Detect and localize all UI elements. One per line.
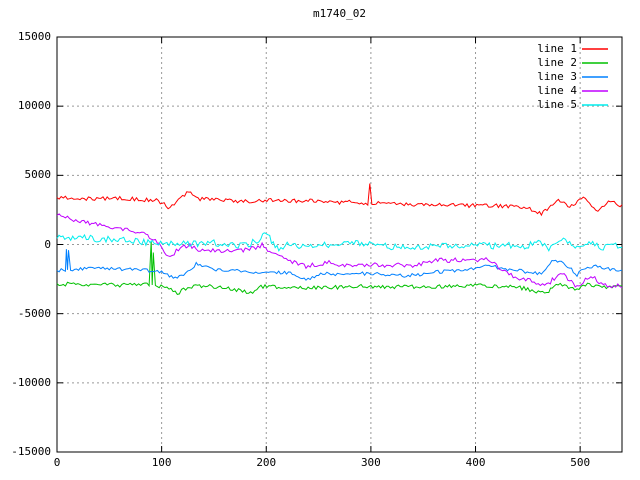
legend-label: line 4 bbox=[537, 84, 577, 97]
legend-key-line bbox=[582, 48, 608, 50]
x-tick-label: 400 bbox=[465, 456, 486, 469]
legend-label: line 5 bbox=[537, 98, 577, 111]
legend-key-line bbox=[582, 90, 608, 92]
y-tick-label: 10000 bbox=[17, 99, 51, 113]
legend-item: line 4 bbox=[537, 84, 608, 98]
x-tick-label: 500 bbox=[570, 456, 591, 469]
legend-label: line 3 bbox=[537, 70, 577, 83]
y-tick-label: -5000 bbox=[17, 306, 51, 320]
legend-item: line 1 bbox=[537, 42, 608, 56]
series-line-4 bbox=[56, 213, 623, 289]
legend-key-line bbox=[582, 104, 608, 106]
legend-label: line 2 bbox=[537, 56, 577, 69]
legend-key-line bbox=[582, 76, 608, 78]
x-tick-label: 100 bbox=[151, 456, 172, 469]
x-tick-label: 0 bbox=[53, 456, 61, 469]
chart-window: m1740_02 line 1 line 2 line 3 line 4 line 5 … bbox=[0, 0, 640, 480]
legend-label: line 1 bbox=[537, 42, 577, 55]
series-line-2 bbox=[56, 240, 623, 295]
y-tick-label: 15000 bbox=[17, 30, 51, 43]
legend-item: line 3 bbox=[537, 70, 608, 84]
legend-key-line bbox=[582, 62, 608, 64]
series-line-5 bbox=[56, 232, 623, 252]
series-line-1 bbox=[56, 183, 623, 217]
x-tick-label: 200 bbox=[256, 456, 277, 469]
y-tick-label: 0 bbox=[44, 237, 51, 251]
x-tick-label: 300 bbox=[360, 456, 381, 469]
y-tick-label: -10000 bbox=[11, 375, 51, 389]
y-tick-label: 5000 bbox=[24, 168, 52, 182]
series-line-3 bbox=[56, 249, 623, 281]
legend-item: line 2 bbox=[537, 56, 608, 70]
legend-item: line 5 bbox=[537, 98, 608, 112]
legend: line 1 line 2 line 3 line 4 line 5 bbox=[537, 42, 608, 112]
